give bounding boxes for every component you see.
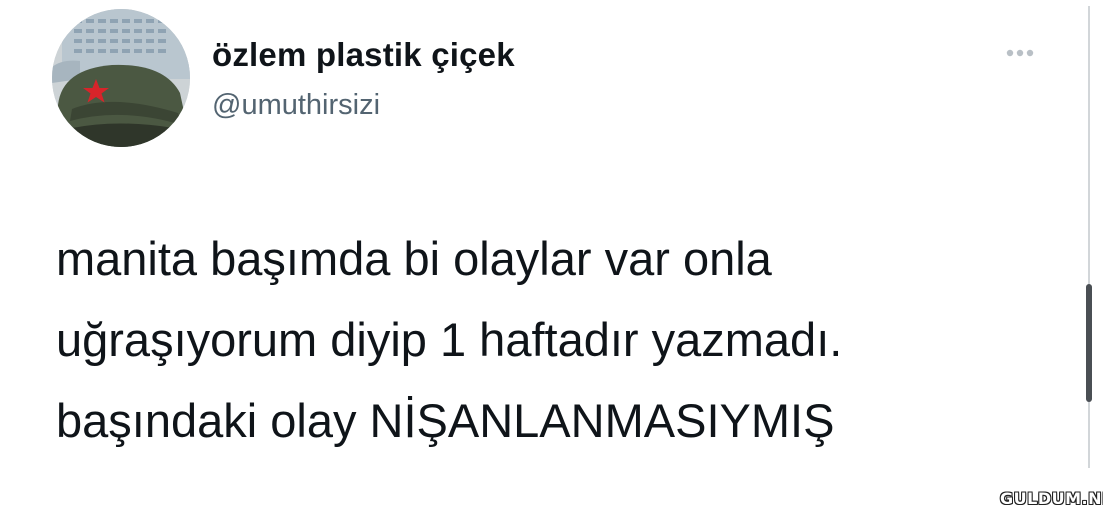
tweet-text: manita başımda bi olaylar var onla uğraş… — [56, 218, 1046, 461]
tweet-card: özlem plastik çiçek @umuthirsizi manita … — [0, 0, 1103, 511]
avatar-cap-icon — [52, 9, 190, 147]
author-name[interactable]: özlem plastik çiçek — [212, 36, 515, 74]
watermark: GULDUM.NET — [1000, 489, 1103, 508]
tweet-line: uğraşıyorum diyip 1 haftadır yazmadı. — [56, 313, 843, 366]
scrollbar-thumb[interactable] — [1086, 284, 1092, 402]
more-options-button[interactable] — [1002, 42, 1050, 66]
scrollbar[interactable] — [1082, 6, 1096, 468]
tweet-line: manita başımda bi olaylar var onla — [56, 232, 772, 285]
author-handle[interactable]: @umuthirsizi — [212, 89, 380, 122]
author-avatar[interactable] — [52, 9, 190, 147]
tweet-line: başındaki olay NİŞANLANMASIYMIŞ — [56, 394, 835, 447]
more-dots-icon — [1006, 49, 1034, 57]
